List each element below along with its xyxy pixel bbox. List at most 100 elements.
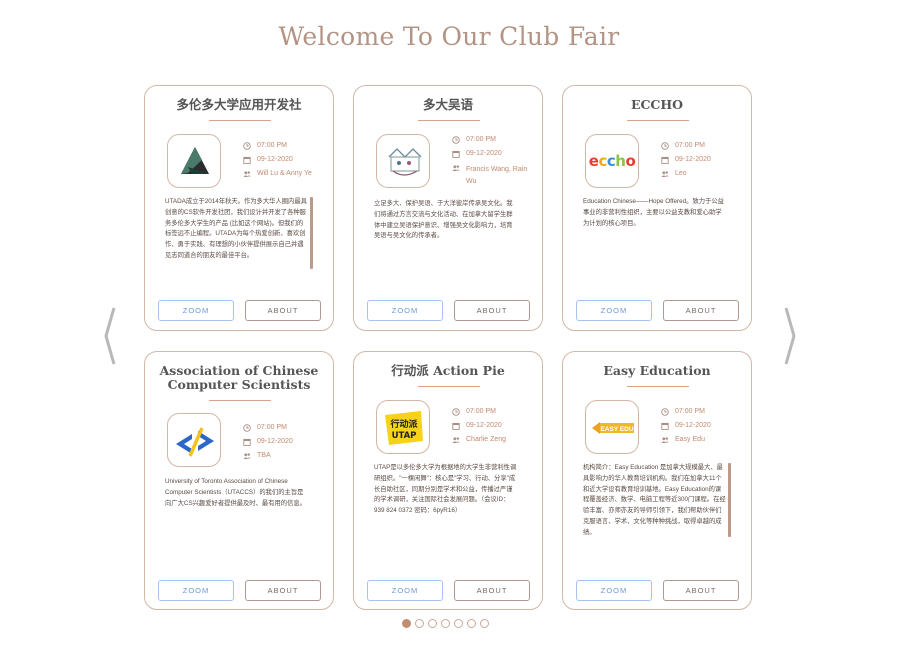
- club-card: 行动派 Action Pie 行动派 UTAP 07:00 PM 09-12-2…: [353, 351, 543, 610]
- club-name: Easy Education: [603, 363, 711, 378]
- divider: [627, 386, 689, 387]
- divider: [627, 120, 689, 121]
- club-logo: [167, 413, 221, 467]
- club-date: 09-12-2020: [466, 150, 502, 157]
- zoom-button[interactable]: ZOOM: [576, 300, 652, 321]
- people-icon: [452, 437, 460, 443]
- club-hosts: Will Lu & Anny Ye: [257, 170, 312, 177]
- club-card: 多伦多大学应用开发社 07:00 PM 09-12-2020 Will Lu &…: [144, 85, 334, 331]
- pagination-dot[interactable]: [467, 619, 476, 628]
- scrollbar[interactable]: [728, 463, 731, 537]
- pagination-dot[interactable]: [402, 619, 411, 628]
- club-hosts: Leo: [675, 170, 687, 177]
- about-button[interactable]: ABOUT: [245, 580, 321, 601]
- zoom-button[interactable]: ZOOM: [158, 580, 234, 601]
- club-name: Association of Chinese Computer Scientis…: [159, 363, 319, 392]
- pagination-dot[interactable]: [480, 619, 489, 628]
- zoom-button[interactable]: ZOOM: [367, 580, 443, 601]
- club-info: 07:00 PM 09-12-2020 Will Lu & Anny Ye: [243, 142, 312, 184]
- club-logo: eccho: [585, 134, 639, 188]
- chevron-right-icon[interactable]: [783, 306, 797, 366]
- club-description: University of Toronto Association of Chi…: [165, 478, 306, 507]
- about-button[interactable]: ABOUT: [454, 300, 530, 321]
- zoom-button[interactable]: ZOOM: [576, 580, 652, 601]
- club-info: 07:00 PM 09-12-2020 Charlie Zeng: [452, 408, 506, 450]
- club-card: Easy Education EASY EDU 07:00 PM 09-12-2…: [562, 351, 752, 610]
- about-button[interactable]: ABOUT: [454, 580, 530, 601]
- calendar-icon: [661, 156, 669, 164]
- club-logo: [167, 134, 221, 188]
- club-card: 多大吴语 07:00 PM 09-12-2020 Francis Wang, R…: [353, 85, 543, 331]
- club-hosts: Easy Edu: [675, 436, 705, 443]
- pagination-dot[interactable]: [415, 619, 424, 628]
- clock-icon: [452, 408, 460, 416]
- clock-icon: [452, 136, 460, 144]
- about-button[interactable]: ABOUT: [663, 580, 739, 601]
- club-time: 07:00 PM: [466, 408, 496, 415]
- people-icon: [243, 171, 251, 177]
- pagination-dot[interactable]: [454, 619, 463, 628]
- club-description: 立足多大、保护吴语、于大洋彼岸传承吴文化。我们将通过方言交流与文化活动、在加拿大…: [374, 200, 513, 240]
- divider: [209, 120, 271, 121]
- pagination-dot[interactable]: [441, 619, 450, 628]
- club-hosts: Charlie Zeng: [466, 436, 507, 443]
- club-name: ECCHO: [630, 97, 684, 112]
- club-name: 多大吴语: [422, 97, 473, 112]
- carousel-pagination: [402, 619, 493, 628]
- people-icon: [243, 453, 251, 459]
- clock-icon: [661, 408, 669, 416]
- divider: [418, 120, 480, 121]
- calendar-icon: [452, 422, 460, 430]
- club-description: UTAP是以多伦多大学为根据地的大学生非营利性调研组织。"一棵闲舞"：核心是"学…: [374, 464, 517, 515]
- club-card: Association of Chinese Computer Scientis…: [144, 351, 334, 610]
- club-name: 多伦多大学应用开发社: [176, 97, 302, 112]
- club-info: 07:00 PM 09-12-2020 TBA: [243, 424, 293, 466]
- club-info: 07:00 PM 09-12-2020 Leo: [661, 142, 711, 184]
- people-icon: [661, 171, 669, 177]
- club-time: 07:00 PM: [675, 408, 705, 415]
- about-button[interactable]: ABOUT: [663, 300, 739, 321]
- club-time: 07:00 PM: [675, 142, 705, 149]
- club-logo: EASY EDU: [585, 400, 639, 454]
- divider: [209, 400, 271, 401]
- club-time: 07:00 PM: [466, 136, 496, 143]
- club-info: 07:00 PM 09-12-2020 Francis Wang, Rain W…: [452, 136, 534, 194]
- club-time: 07:00 PM: [257, 424, 287, 431]
- clock-icon: [243, 424, 251, 432]
- svg-text:EASY EDU: EASY EDU: [600, 426, 633, 433]
- club-date: 09-12-2020: [257, 156, 293, 163]
- club-card: ECCHO eccho 07:00 PM 09-12-2020 Leo Educ…: [562, 85, 752, 331]
- club-logo: [376, 134, 430, 188]
- calendar-icon: [661, 422, 669, 430]
- club-name: 行动派 Action Pie: [391, 363, 505, 378]
- club-date: 09-12-2020: [257, 438, 293, 445]
- club-date: 09-12-2020: [675, 156, 711, 163]
- zoom-button[interactable]: ZOOM: [158, 300, 234, 321]
- about-button[interactable]: ABOUT: [245, 300, 321, 321]
- chevron-left-icon[interactable]: [103, 306, 117, 366]
- clock-icon: [661, 142, 669, 150]
- svg-text:行动派: 行动派: [389, 418, 418, 430]
- club-info: 07:00 PM 09-12-2020 Easy Edu: [661, 408, 711, 450]
- zoom-button[interactable]: ZOOM: [367, 300, 443, 321]
- people-icon: [452, 165, 460, 171]
- club-description: UTADA成立于2014年秋天。作为多大华人圈内最具创意的CS软件开发社团，我们…: [165, 198, 307, 259]
- calendar-icon: [243, 438, 251, 446]
- club-logo: 行动派 UTAP: [376, 400, 430, 454]
- club-time: 07:00 PM: [257, 142, 287, 149]
- pagination-dot[interactable]: [428, 619, 437, 628]
- people-icon: [661, 437, 669, 443]
- club-date: 09-12-2020: [466, 422, 502, 429]
- club-hosts: TBA: [257, 452, 271, 459]
- clock-icon: [243, 142, 251, 150]
- club-description: 机构简介：Easy Education 是加拿大规模最大、最具影响力的华人教育培…: [583, 464, 726, 536]
- calendar-icon: [243, 156, 251, 164]
- divider: [418, 386, 480, 387]
- svg-text:UTAP: UTAP: [392, 431, 417, 441]
- club-hosts: Francis Wang, Rain Wu: [466, 166, 528, 185]
- scrollbar[interactable]: [310, 197, 313, 269]
- page-title: Welcome To Our Club Fair: [278, 22, 620, 51]
- club-date: 09-12-2020: [675, 422, 711, 429]
- club-description: Education Chinese——Hope Offered。致力于公益事业的…: [583, 198, 724, 227]
- calendar-icon: [452, 150, 460, 158]
